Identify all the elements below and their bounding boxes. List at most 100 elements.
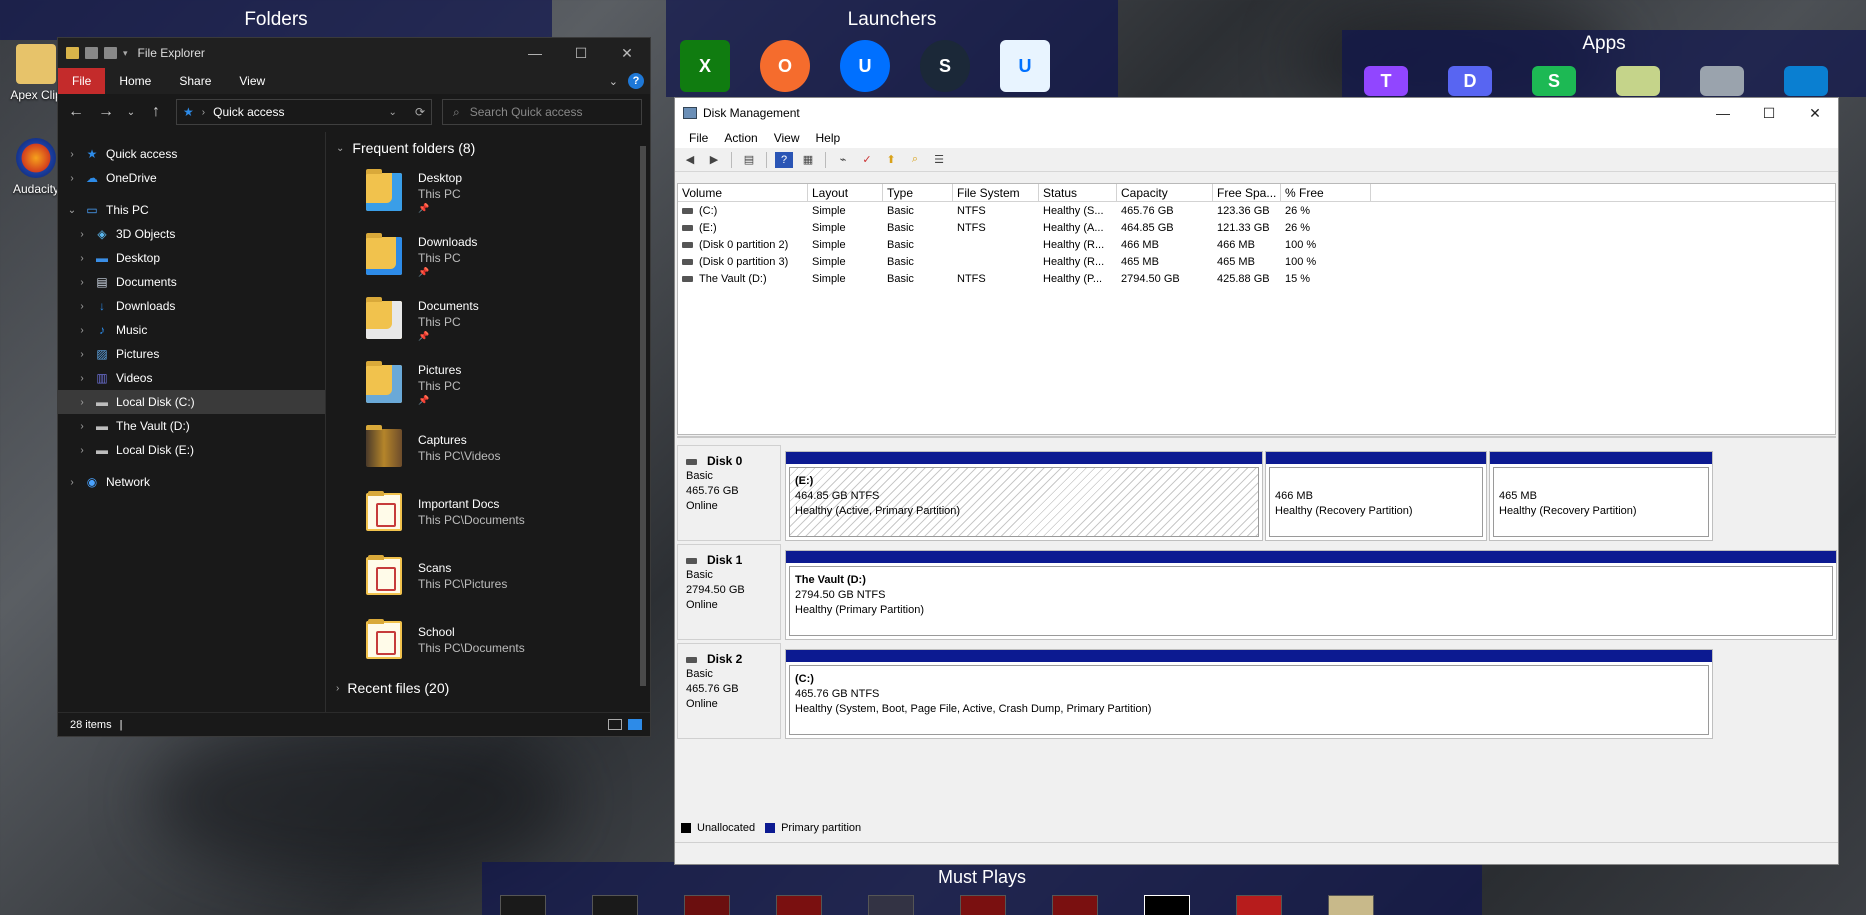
upload-icon[interactable]: ⬆	[882, 152, 900, 168]
game-icon[interactable]	[776, 895, 822, 915]
new-folder-icon[interactable]	[104, 47, 117, 59]
game-icon[interactable]	[684, 895, 730, 915]
twitch-icon[interactable]: T	[1364, 66, 1408, 96]
game-icon[interactable]	[1236, 895, 1282, 915]
nav-item[interactable]: › ▬ Desktop	[58, 246, 325, 270]
search-input[interactable]: ⌕ Search Quick access	[442, 99, 642, 125]
forward-arrow-icon[interactable]: →	[96, 103, 116, 121]
spotify-icon[interactable]: S	[1532, 66, 1576, 96]
menu-view[interactable]: View	[766, 131, 808, 145]
folder-item[interactable]: Important Docs This PC\Documents	[336, 480, 650, 544]
table-row[interactable]: The Vault (D:) Simple Basic NTFS Healthy (P.…	[678, 270, 1835, 287]
nav-item[interactable]: › ▬ Local Disk (C:)	[58, 390, 325, 414]
chevron-right-icon[interactable]: ›	[76, 325, 88, 336]
vertical-scrollbar[interactable]	[638, 132, 648, 712]
disk-label[interactable]: Disk 1 Basic 2794.50 GB Online	[677, 544, 781, 640]
maximize-button[interactable]: ☐	[558, 38, 604, 68]
nav-item[interactable]: › ☁ OneDrive	[58, 166, 325, 190]
chevron-right-icon[interactable]: ›	[76, 253, 88, 264]
chevron-right-icon[interactable]: ›	[76, 373, 88, 384]
nav-item[interactable]: › ▨ Pictures	[58, 342, 325, 366]
properties-icon[interactable]	[85, 47, 98, 59]
chevron-right-icon[interactable]: ›	[66, 173, 78, 184]
notepad-icon[interactable]	[1616, 66, 1660, 96]
chevron-right-icon[interactable]: ›	[76, 349, 88, 360]
game-icon[interactable]	[1328, 895, 1374, 915]
game-icon[interactable]	[500, 895, 546, 915]
table-row[interactable]: (C:) Simple Basic NTFS Healthy (S... 465.76 G…	[678, 202, 1835, 219]
minimize-button[interactable]: —	[1700, 98, 1746, 128]
tab-view[interactable]: View	[225, 68, 279, 94]
column-header[interactable]: Type	[883, 184, 953, 201]
recent-files-header[interactable]: › Recent files (20)	[336, 672, 650, 700]
partition-block[interactable]: 465 MB Healthy (Recovery Partition)	[1489, 451, 1713, 541]
phone-icon[interactable]	[1784, 66, 1828, 96]
breadcrumb[interactable]: Quick access	[213, 105, 284, 119]
tab-share[interactable]: Share	[165, 68, 225, 94]
column-header[interactable]: File System	[953, 184, 1039, 201]
recent-locations-icon[interactable]: ⌄	[126, 107, 136, 118]
partition-block[interactable]: 466 MB Healthy (Recovery Partition)	[1265, 451, 1487, 541]
chevron-right-icon[interactable]: ›	[66, 477, 78, 488]
origin-icon[interactable]: O	[760, 40, 810, 92]
uplay-icon[interactable]: U	[840, 40, 890, 92]
nav-item[interactable]: › ▬ Local Disk (E:)	[58, 438, 325, 462]
steam-icon[interactable]: S	[920, 40, 970, 92]
minimize-button[interactable]: —	[512, 38, 558, 68]
chevron-down-icon[interactable]: ⌄	[389, 107, 397, 118]
game-icon[interactable]	[592, 895, 638, 915]
folder-item[interactable]: Downloads This PC 📌	[336, 224, 650, 288]
column-header[interactable]: Status	[1039, 184, 1117, 201]
back-arrow-icon[interactable]: ◀	[681, 152, 699, 168]
refresh-icon[interactable]: ⟳	[415, 105, 425, 119]
large-icons-view-icon[interactable]	[628, 719, 642, 730]
folder-item[interactable]: Scans This PC\Pictures	[336, 544, 650, 608]
chevron-right-icon[interactable]: ›	[76, 445, 88, 456]
column-header[interactable]: Volume	[678, 184, 808, 201]
nav-item[interactable]: › ▥ Videos	[58, 366, 325, 390]
address-bar[interactable]: ★ › Quick access ⌄ ⟳	[176, 99, 432, 125]
game-icon[interactable]	[960, 895, 1006, 915]
connect-icon[interactable]: ⌁	[834, 152, 852, 168]
view-list-icon[interactable]: ☰	[930, 152, 948, 168]
chevron-down-icon[interactable]: ▾	[123, 48, 128, 59]
table-row[interactable]: (Disk 0 partition 3) Simple Basic Healthy (…	[678, 253, 1835, 270]
partition-block[interactable]: (E:) 464.85 GB NTFS Healthy (Active, Prima…	[785, 451, 1263, 541]
nav-item[interactable]: › ▤ Documents	[58, 270, 325, 294]
column-header[interactable]: Layout	[808, 184, 883, 201]
column-header[interactable]: % Free	[1281, 184, 1371, 201]
nav-item[interactable]: › ♪ Music	[58, 318, 325, 342]
forward-arrow-icon[interactable]: ▶	[705, 152, 723, 168]
game-icon[interactable]	[1052, 895, 1098, 915]
folder-item[interactable]: Documents This PC 📌	[336, 288, 650, 352]
nav-item[interactable]: › ▬ The Vault (D:)	[58, 414, 325, 438]
check-icon[interactable]: ✓	[858, 152, 876, 168]
computer-icon[interactable]	[1700, 66, 1744, 96]
tab-file[interactable]: File	[58, 68, 106, 94]
nav-item[interactable]: › ★ Quick access	[58, 142, 325, 166]
xbox-icon[interactable]: X	[680, 40, 730, 92]
nav-item[interactable]: › ↓ Downloads	[58, 294, 325, 318]
chevron-right-icon[interactable]: ›	[76, 277, 88, 288]
menu-file[interactable]: File	[681, 131, 716, 145]
partition-block[interactable]: The Vault (D:) 2794.50 GB NTFS Healthy (Pr…	[785, 550, 1837, 640]
chevron-down-icon[interactable]: ⌄	[66, 205, 78, 216]
close-button[interactable]: ✕	[1792, 98, 1838, 128]
help-icon[interactable]: ?	[628, 73, 644, 89]
partition-block[interactable]: (C:) 465.76 GB NTFS Healthy (System, Boot,…	[785, 649, 1713, 739]
scrollbar-thumb[interactable]	[640, 146, 646, 686]
menu-help[interactable]: Help	[808, 131, 849, 145]
properties-icon[interactable]: ▦	[799, 152, 817, 168]
menu-action[interactable]: Action	[716, 131, 765, 145]
table-row[interactable]: (Disk 0 partition 2) Simple Basic Healthy (…	[678, 236, 1835, 253]
maximize-button[interactable]: ☐	[1746, 98, 1792, 128]
disk-label[interactable]: Disk 2 Basic 465.76 GB Online	[677, 643, 781, 739]
discord-icon[interactable]: D	[1448, 66, 1492, 96]
chevron-right-icon[interactable]: ›	[66, 149, 78, 160]
chevron-right-icon[interactable]: ›	[76, 397, 88, 408]
column-header[interactable]: Free Spa...	[1213, 184, 1281, 201]
chevron-right-icon[interactable]: ›	[76, 421, 88, 432]
folder-item[interactable]: Pictures This PC 📌	[336, 352, 650, 416]
disk-label[interactable]: Disk 0 Basic 465.76 GB Online	[677, 445, 781, 541]
console-tree-icon[interactable]: ▤	[740, 152, 758, 168]
